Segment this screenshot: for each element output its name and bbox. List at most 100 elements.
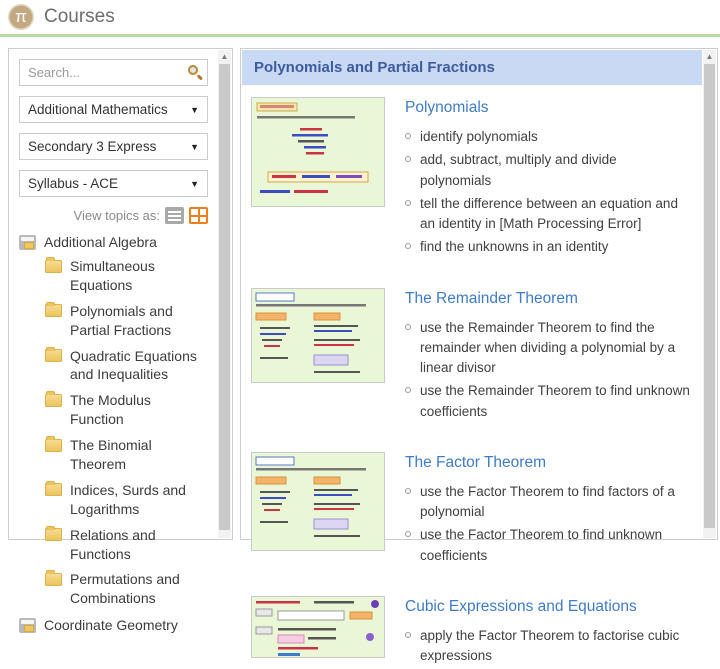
page-title: Courses xyxy=(44,6,115,28)
topics-panel: Polynomials and Partial Fractions Polyno… xyxy=(240,48,718,540)
topic-body: The Remainder Theorem use the Remainder … xyxy=(405,288,691,425)
folder-icon xyxy=(45,349,62,362)
objective-item: apply the Factor Theorem to factorise cu… xyxy=(405,626,691,667)
objective-item: identify polynomials xyxy=(405,127,691,147)
dropdown-value: Syllabus - ACE xyxy=(28,176,118,191)
view-topics-label: View topics as: xyxy=(74,208,160,223)
sidebar-item-simultaneous-equations[interactable]: Simultaneous Equations xyxy=(45,257,208,295)
objective-item: find the unknowns in an identity xyxy=(405,237,691,257)
topic-title-link[interactable]: The Remainder Theorem xyxy=(405,290,691,308)
objective-text: use the Factor Theorem to find factors o… xyxy=(420,482,691,523)
objective-text: use the Factor Theorem to find unknown c… xyxy=(420,525,691,566)
search-input[interactable] xyxy=(19,59,208,86)
bullet-icon xyxy=(405,531,411,537)
folder-icon xyxy=(45,394,62,407)
sidebar: Additional Mathematics ▼Secondary 3 Expr… xyxy=(8,48,233,540)
sidebar-category-coordinate-geometry[interactable]: Coordinate Geometry xyxy=(19,617,208,633)
folder-icon xyxy=(45,573,62,586)
app-header: π Courses xyxy=(0,0,720,37)
sidebar-scrollbar[interactable]: ▲ xyxy=(218,50,231,538)
dropdown-value: Secondary 3 Express xyxy=(28,139,156,154)
topic-body: Polynomials identify polynomials add, su… xyxy=(405,97,691,261)
topic-title-link[interactable]: The Factor Theorem xyxy=(405,454,691,472)
subject-dropdown[interactable]: Additional Mathematics ▼ xyxy=(19,96,208,123)
objective-item: use the Factor Theorem to find unknown c… xyxy=(405,525,691,566)
bullet-icon xyxy=(405,488,411,494)
topic-row: Polynomials identify polynomials add, su… xyxy=(251,97,691,261)
bullet-icon xyxy=(405,133,411,139)
topic-folder-label: Simultaneous Equations xyxy=(70,257,208,295)
objective-text: tell the difference between an equation … xyxy=(420,194,691,235)
bullet-icon xyxy=(405,632,411,638)
topic-body: Cubic Expressions and Equations apply th… xyxy=(405,596,691,669)
scroll-up-icon[interactable]: ▲ xyxy=(218,50,231,63)
chevron-down-icon: ▼ xyxy=(190,179,199,189)
topic-folder-label: The Modulus Function xyxy=(70,391,208,429)
category-box-icon xyxy=(19,618,36,633)
bullet-icon xyxy=(405,324,411,330)
content-area: Additional Mathematics ▼Secondary 3 Expr… xyxy=(0,40,720,540)
grid-view-icon[interactable] xyxy=(189,207,208,224)
sidebar-category-additional-algebra[interactable]: Additional Algebra xyxy=(19,234,208,250)
bullet-icon xyxy=(405,156,411,162)
bullet-icon xyxy=(405,200,411,206)
objective-item: use the Remainder Theorem to find the re… xyxy=(405,318,691,379)
topic-title-link[interactable]: Cubic Expressions and Equations xyxy=(405,598,691,616)
folder-icon xyxy=(45,260,62,273)
objective-text: find the unknowns in an identity xyxy=(420,237,608,257)
category-label: Additional Algebra xyxy=(44,234,157,250)
topic-folder-label: Quadratic Equations and Inequalities xyxy=(70,347,208,385)
view-toggle-row: View topics as: xyxy=(19,207,208,224)
sidebar-item-the-binomial-theorem[interactable]: The Binomial Theorem xyxy=(45,436,208,474)
sidebar-item-relations-and-functions[interactable]: Relations and Functions xyxy=(45,526,208,564)
topic-thumbnail[interactable] xyxy=(251,97,385,207)
topic-thumbnail[interactable] xyxy=(251,596,385,658)
topic-body: The Factor Theorem use the Factor Theore… xyxy=(405,452,691,569)
sidebar-item-permutations-and-combinations[interactable]: Permutations and Combinations xyxy=(45,570,208,608)
folder-icon xyxy=(45,528,62,541)
topic-thumbnail[interactable] xyxy=(251,288,385,383)
filter-dropdowns: Additional Mathematics ▼Secondary 3 Expr… xyxy=(19,96,208,197)
category-box-icon xyxy=(19,235,36,250)
topic-folder-label: Permutations and Combinations xyxy=(70,570,208,608)
objective-text: add, subtract, multiply and divide polyn… xyxy=(420,150,691,191)
folder-icon xyxy=(45,304,62,317)
topic-list: Polynomials identify polynomials add, su… xyxy=(241,85,717,669)
level-dropdown[interactable]: Secondary 3 Express ▼ xyxy=(19,133,208,160)
objective-text: apply the Factor Theorem to factorise cu… xyxy=(420,626,691,667)
chevron-down-icon: ▼ xyxy=(190,105,199,115)
sidebar-item-the-modulus-function[interactable]: The Modulus Function xyxy=(45,391,208,429)
scroll-up-icon[interactable]: ▲ xyxy=(703,50,716,63)
topic-row: The Remainder Theorem use the Remainder … xyxy=(251,288,691,425)
search-icon[interactable] xyxy=(188,65,202,79)
objective-text: identify polynomials xyxy=(420,127,538,147)
objective-item: tell the difference between an equation … xyxy=(405,194,691,235)
sidebar-item-polynomials-and-partial-fractions[interactable]: Polynomials and Partial Fractions xyxy=(45,302,208,340)
category-label: Coordinate Geometry xyxy=(44,617,178,633)
folder-icon xyxy=(45,483,62,496)
objective-text: use the Remainder Theorem to find the re… xyxy=(420,318,691,379)
list-view-icon[interactable] xyxy=(165,207,184,224)
app-logo-pi-icon: π xyxy=(8,4,34,30)
main-scrollbar[interactable]: ▲ xyxy=(703,50,716,538)
topic-folder-label: The Binomial Theorem xyxy=(70,436,208,474)
topic-folder-label: Polynomials and Partial Fractions xyxy=(70,302,208,340)
objective-item: use the Remainder Theorem to find unknow… xyxy=(405,381,691,422)
folder-icon xyxy=(45,439,62,452)
objective-text: use the Remainder Theorem to find unknow… xyxy=(420,381,691,422)
search-row xyxy=(19,59,208,86)
sidebar-item-quadratic-equations-and-inequalities[interactable]: Quadratic Equations and Inequalities xyxy=(45,347,208,385)
topic-tree: Additional Algebra Simultaneous Equation… xyxy=(19,234,208,633)
topic-row: Cubic Expressions and Equations apply th… xyxy=(251,596,691,669)
topic-title-link[interactable]: Polynomials xyxy=(405,99,691,117)
bullet-icon xyxy=(405,243,411,249)
panel-title: Polynomials and Partial Fractions xyxy=(242,50,702,85)
chevron-down-icon: ▼ xyxy=(190,142,199,152)
bullet-icon xyxy=(405,387,411,393)
topic-folder-label: Relations and Functions xyxy=(70,526,208,564)
topic-thumbnail[interactable] xyxy=(251,452,385,551)
dropdown-value: Additional Mathematics xyxy=(28,102,168,117)
objective-item: use the Factor Theorem to find factors o… xyxy=(405,482,691,523)
objective-item: add, subtract, multiply and divide polyn… xyxy=(405,150,691,191)
syllabus-dropdown[interactable]: Syllabus - ACE ▼ xyxy=(19,170,208,197)
